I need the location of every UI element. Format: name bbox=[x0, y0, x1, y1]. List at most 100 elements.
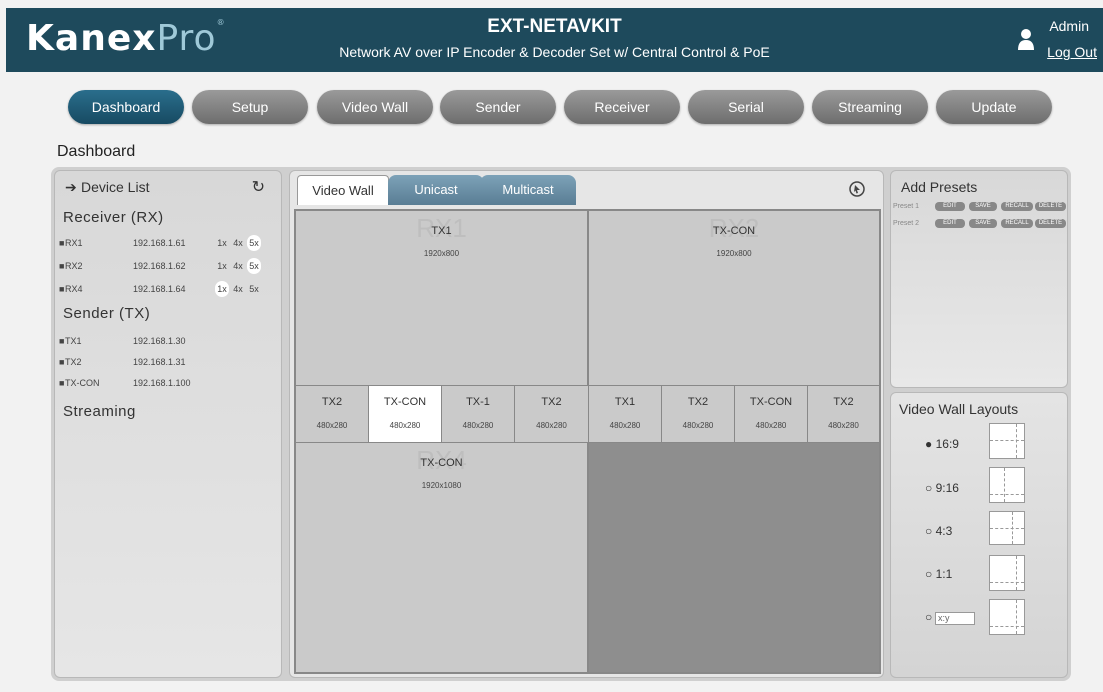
layouts-title: Video Wall Layouts bbox=[899, 401, 1019, 417]
nav-setup[interactable]: Setup bbox=[192, 90, 308, 124]
cell-resolution: 480x280 bbox=[316, 421, 348, 430]
cell-source: TX1 bbox=[431, 225, 452, 237]
device-row-tx-con[interactable]: ■ TX-CON 192.168.1.100 bbox=[59, 375, 279, 391]
zoom-4x[interactable]: 4x bbox=[231, 258, 245, 274]
wall-cell-small[interactable]: TX2 480x280 bbox=[514, 385, 589, 443]
layout-option-1-1[interactable]: ○ 1:1 bbox=[925, 567, 952, 581]
wall-cell-small[interactable]: TX-CON 480x280 bbox=[734, 385, 808, 443]
wall-cell-small[interactable]: TX2 480x280 bbox=[295, 385, 369, 443]
zoom-5x[interactable]: 5x bbox=[247, 281, 261, 297]
wall-cell-small[interactable]: TX2 480x280 bbox=[661, 385, 735, 443]
page-title: Dashboard bbox=[57, 143, 136, 160]
cell-resolution: 1920x800 bbox=[423, 249, 460, 258]
layout-thumb-9-16[interactable] bbox=[989, 467, 1025, 503]
cell-resolution: 480x280 bbox=[682, 421, 714, 430]
cell-resolution: 480x280 bbox=[609, 421, 641, 430]
preset-label: Preset 2 bbox=[893, 220, 920, 227]
preset-row: Preset 1 EDIT SAVE RECALL DELETE bbox=[893, 201, 1069, 213]
recall-button[interactable]: RECALL bbox=[1001, 219, 1033, 228]
nav-receiver[interactable]: Receiver bbox=[564, 90, 680, 124]
wall-cell-empty[interactable] bbox=[588, 442, 880, 673]
device-row-tx2[interactable]: ■ TX2 192.168.1.31 bbox=[59, 354, 279, 370]
device-row-tx1[interactable]: ■ TX1 192.168.1.30 bbox=[59, 333, 279, 349]
nav-update[interactable]: Update bbox=[936, 90, 1052, 124]
cell-source: TX2 bbox=[541, 396, 562, 408]
cell-resolution: 480x280 bbox=[828, 421, 859, 430]
nav-dashboard[interactable]: Dashboard bbox=[68, 90, 184, 124]
layout-thumb-custom[interactable] bbox=[989, 599, 1025, 635]
cell-source: TX-CON bbox=[420, 457, 463, 469]
nav-serial[interactable]: Serial bbox=[688, 90, 804, 124]
cell-resolution: 1920x800 bbox=[716, 249, 752, 258]
nav-streaming[interactable]: Streaming bbox=[812, 90, 928, 124]
tab-multicast[interactable]: Multicast bbox=[480, 175, 576, 205]
wall-cell-rx2[interactable]: RX2 TX-CON 1920x800 bbox=[588, 210, 880, 386]
zoom-1x[interactable]: 1x bbox=[215, 235, 229, 251]
device-row-rx1[interactable]: ■ RX1 192.168.1.61 1x 4x 5x bbox=[59, 235, 279, 251]
receiver-heading: Receiver (RX) bbox=[63, 209, 164, 226]
zoom-1x[interactable]: 1x bbox=[215, 281, 229, 297]
header-bar: KanexPro® EXT-NETAVKIT Network AV over I… bbox=[6, 8, 1103, 72]
device-row-rx2[interactable]: ■ RX2 192.168.1.62 1x 4x 5x bbox=[59, 258, 279, 274]
layout-thumb-4-3[interactable] bbox=[989, 511, 1025, 545]
streaming-heading: Streaming bbox=[63, 403, 136, 420]
save-button[interactable]: SAVE bbox=[969, 202, 997, 211]
preset-label: Preset 1 bbox=[893, 203, 920, 210]
delete-button[interactable]: DELETE bbox=[1035, 202, 1066, 211]
cell-resolution: 480x280 bbox=[536, 421, 567, 430]
sender-heading: Sender (TX) bbox=[63, 305, 151, 322]
recall-button[interactable]: RECALL bbox=[1001, 202, 1033, 211]
product-title: EXT-NETAVKIT bbox=[487, 16, 622, 37]
cell-resolution: 480x280 bbox=[462, 421, 494, 430]
refresh-icon[interactable]: ↻ bbox=[252, 177, 265, 197]
wall-cell-small[interactable]: TX2 480x280 bbox=[807, 385, 880, 443]
cell-source: TX-CON bbox=[383, 396, 427, 408]
wall-cell-small[interactable]: TX-1 480x280 bbox=[441, 385, 515, 443]
user-name: Admin bbox=[1049, 18, 1089, 34]
presets-panel: Add Presets Preset 1 EDIT SAVE RECALL DE… bbox=[890, 170, 1068, 388]
wall-cell-rx4[interactable]: RX4 TX-CON 1920x1080 bbox=[295, 442, 588, 673]
device-list-panel: ➔ Device List ↻ Receiver (RX) ■ RX1 192.168… bbox=[54, 170, 282, 678]
layout-thumb-16-9[interactable] bbox=[989, 423, 1025, 459]
edit-button[interactable]: EDIT bbox=[935, 202, 965, 211]
save-button[interactable]: SAVE bbox=[969, 219, 997, 228]
edit-button[interactable]: EDIT bbox=[935, 219, 965, 228]
presets-title: Add Presets bbox=[901, 179, 978, 195]
layout-thumb-1-1[interactable] bbox=[989, 555, 1025, 591]
cell-source: TX-CON bbox=[749, 396, 793, 408]
user-icon bbox=[1018, 29, 1034, 50]
tab-video-wall[interactable]: Video Wall bbox=[297, 175, 389, 205]
layout-option-9-16[interactable]: ○ 9:16 bbox=[925, 481, 959, 495]
cell-source: TX2 bbox=[833, 396, 854, 408]
zoom-4x[interactable]: 4x bbox=[231, 235, 245, 251]
device-row-rx4[interactable]: ■ RX4 192.168.1.64 1x 4x 5x bbox=[59, 281, 279, 297]
custom-ratio-input[interactable]: x:y bbox=[935, 612, 975, 625]
wall-cell-rx1[interactable]: RX1 TX1 1920x800 bbox=[295, 210, 588, 386]
cell-source: TX2 bbox=[321, 396, 343, 408]
mouse-pointer-icon[interactable] bbox=[848, 180, 866, 198]
nav-sender[interactable]: Sender bbox=[440, 90, 556, 124]
zoom-5x[interactable]: 5x bbox=[247, 258, 261, 274]
cell-source: TX2 bbox=[687, 396, 709, 408]
cell-source: TX1 bbox=[614, 396, 636, 408]
zoom-5x[interactable]: 5x bbox=[247, 235, 261, 251]
zoom-4x[interactable]: 4x bbox=[231, 281, 245, 297]
layout-option-16-9[interactable]: ● 16:9 bbox=[925, 437, 959, 451]
cell-resolution: 1920x1080 bbox=[421, 481, 462, 490]
cell-source: TX-1 bbox=[466, 396, 490, 408]
preset-row: Preset 2 EDIT SAVE RECALL DELETE bbox=[893, 218, 1069, 230]
layout-option-custom[interactable]: ○ bbox=[925, 610, 932, 624]
zoom-1x[interactable]: 1x bbox=[215, 258, 229, 274]
layout-option-4-3[interactable]: ○ 4:3 bbox=[925, 524, 952, 538]
nav-video-wall[interactable]: Video Wall bbox=[317, 90, 433, 124]
cell-source: TX-CON bbox=[712, 225, 756, 237]
layouts-panel: Video Wall Layouts ● 16:9 ○ 9:16 ○ 4:3 ○… bbox=[890, 392, 1068, 678]
wall-cell-small-selected[interactable]: TX-CON 480x280 bbox=[368, 385, 442, 443]
wall-cell-small[interactable]: TX1 480x280 bbox=[588, 385, 662, 443]
tab-unicast[interactable]: Unicast bbox=[388, 175, 484, 205]
cell-resolution: 480x280 bbox=[755, 421, 787, 430]
logout-link[interactable]: Log Out bbox=[1047, 44, 1097, 60]
cell-resolution: 480x280 bbox=[389, 421, 421, 430]
video-wall-canvas: RX1 TX1 1920x800 RX2 TX-CON 1920x800 TX2… bbox=[294, 209, 881, 674]
delete-button[interactable]: DELETE bbox=[1035, 219, 1066, 228]
